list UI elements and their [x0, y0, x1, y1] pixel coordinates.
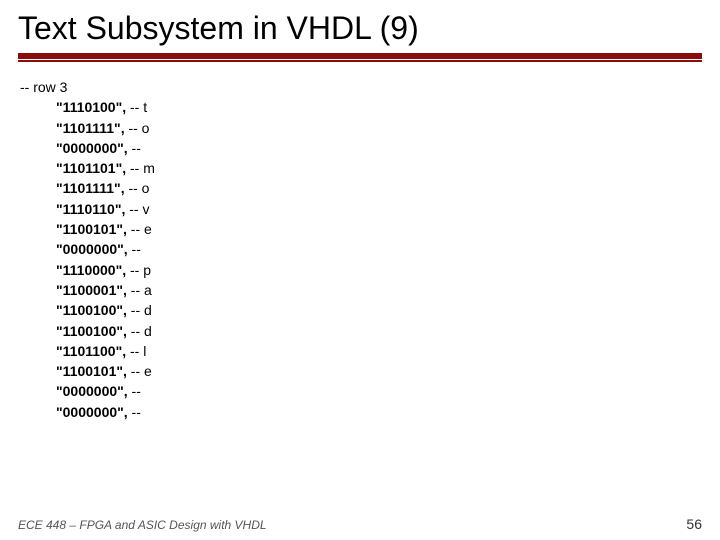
code-bits: "1100101", — [56, 361, 127, 381]
code-bits: "1100001", — [56, 280, 127, 300]
code-comment: -- — [128, 239, 141, 259]
code-line: "0000000", -- — [20, 381, 702, 401]
code-comment: -- o — [125, 178, 150, 198]
code-line: "1110110", -- v — [20, 199, 702, 219]
page-number: 56 — [686, 516, 702, 532]
code-bits: "1100101", — [56, 219, 127, 239]
code-line: "0000000", -- — [20, 138, 702, 158]
code-bits: "1101101", — [56, 158, 126, 178]
code-line: "1101101", -- m — [20, 158, 702, 178]
code-line: "1101111", -- o — [20, 178, 702, 198]
code-line: "0000000", -- — [20, 239, 702, 259]
code-comment: -- — [128, 138, 141, 158]
code-comment: -- — [128, 402, 141, 422]
code-comment: -- o — [125, 118, 150, 138]
code-line: "1100101", -- e — [20, 361, 702, 381]
code-comment: -- d — [127, 300, 152, 320]
code-bits: "0000000", — [56, 138, 128, 158]
code-comment: -- p — [126, 260, 151, 280]
code-bits: "1110100", — [56, 97, 126, 117]
code-line: "0000000", -- — [20, 402, 702, 422]
code-bits: "0000000", — [56, 402, 128, 422]
code-line: "1101100", -- l — [20, 341, 702, 361]
code-line: "1110000", -- p — [20, 260, 702, 280]
code-line: "1100100", -- d — [20, 321, 702, 341]
code-bits: "1110110", — [56, 199, 125, 219]
code-line: "1100001", -- a — [20, 280, 702, 300]
code-bits: "1100100", — [56, 300, 127, 320]
code-bits: "1110000", — [56, 260, 126, 280]
code-line: "1100100", -- d — [20, 300, 702, 320]
code-bits: "1101111", — [56, 118, 125, 138]
code-block: -- row 3 "1110100", -- t"1101111", -- o"… — [18, 77, 702, 422]
divider-thin — [18, 60, 702, 62]
code-comment: -- d — [127, 321, 152, 341]
code-comment: -- t — [126, 97, 147, 117]
slide: Text Subsystem in VHDL (9) -- row 3 "111… — [0, 0, 720, 540]
code-line: "1110100", -- t — [20, 97, 702, 117]
code-line: "1101111", -- o — [20, 118, 702, 138]
footer-text: ECE 448 – FPGA and ASIC Design with VHDL — [18, 518, 267, 532]
code-comment: -- v — [125, 199, 149, 219]
code-comment: -- m — [126, 158, 155, 178]
code-comment: -- e — [127, 219, 152, 239]
divider-thick — [18, 53, 702, 59]
title-divider — [18, 53, 702, 63]
code-bits: "1100100", — [56, 321, 127, 341]
code-comment: -- a — [127, 280, 152, 300]
code-header: -- row 3 — [20, 77, 702, 97]
code-bits: "1101100", — [56, 341, 126, 361]
page-title: Text Subsystem in VHDL (9) — [18, 10, 702, 47]
code-line: "1100101", -- e — [20, 219, 702, 239]
code-bits: "1101111", — [56, 178, 125, 198]
code-comment: -- — [128, 381, 141, 401]
code-bits: "0000000", — [56, 239, 128, 259]
code-comment: -- l — [126, 341, 146, 361]
code-bits: "0000000", — [56, 381, 128, 401]
code-comment: -- e — [127, 361, 152, 381]
